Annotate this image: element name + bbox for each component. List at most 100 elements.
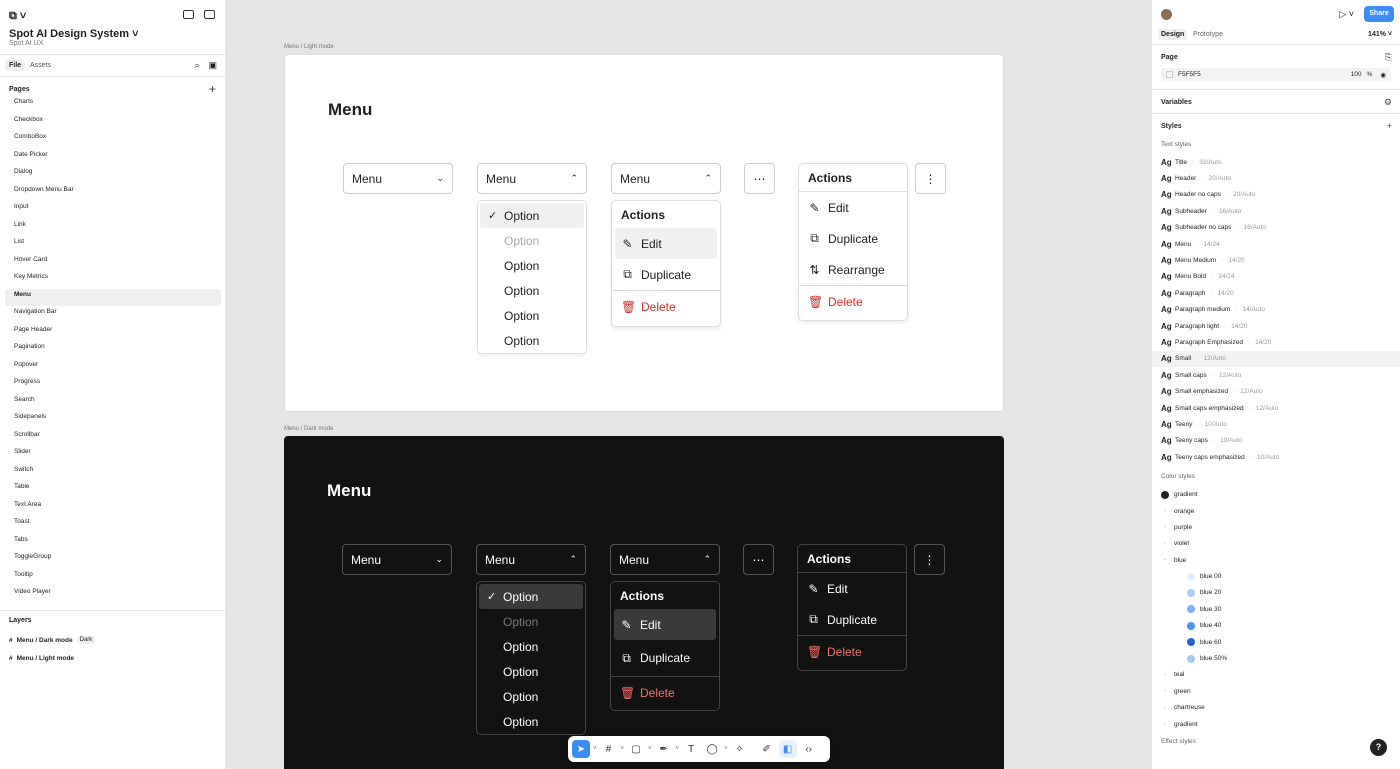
color-style-group[interactable]: › purple (1152, 519, 1400, 535)
menu-trigger-actions[interactable]: Menu ⌃ (610, 544, 720, 575)
text-style-item[interactable]: Ag Subheader no caps · 16/Auto (1152, 220, 1400, 236)
layer-item[interactable]: # Menu / Dark mode Dark (0, 631, 226, 649)
page-item[interactable]: Date Picker (5, 149, 221, 167)
menu-option[interactable]: Option (477, 634, 585, 659)
chevron-down-icon[interactable]: ˅ (676, 746, 680, 752)
menu-option[interactable]: Option (477, 659, 585, 684)
add-page-icon[interactable]: + (209, 82, 216, 96)
text-style-item[interactable]: Ag Menu Bold · 14/24 (1152, 269, 1400, 285)
page-item[interactable]: Key Metrics (5, 271, 221, 289)
chevron-down-icon[interactable]: ˅ (593, 746, 597, 752)
text-style-item[interactable]: Ag Small · 12/Auto (1152, 350, 1400, 368)
menu-item-delete[interactable]: 🗑 Delete (612, 291, 720, 322)
menu-trigger-actions[interactable]: Menu ⌃ (611, 163, 721, 194)
text-style-item[interactable]: Ag Teeny caps emphasized · 10/Auto (1152, 449, 1400, 465)
actions-tool-icon[interactable]: ✧ (731, 740, 749, 758)
menu-item-edit[interactable]: ✎ Edit (615, 228, 717, 259)
color-swatch[interactable] (1166, 71, 1173, 78)
color-style-item[interactable]: blue 60 (1152, 634, 1400, 650)
text-style-item[interactable]: Ag Small caps · 12/Auto (1152, 367, 1400, 383)
color-style-item[interactable]: blue 50% (1152, 650, 1400, 666)
share-button[interactable]: Share (1364, 6, 1394, 22)
color-style-item[interactable]: blue 00 (1152, 568, 1400, 584)
menu-option[interactable]: Option (477, 609, 585, 634)
page-item[interactable]: Popover (5, 359, 221, 377)
menu-trigger-closed[interactable]: Menu ⌄ (343, 163, 453, 194)
page-item[interactable]: Search (5, 394, 221, 412)
more-button[interactable]: ⋯ (743, 544, 774, 575)
menu-trigger-open[interactable]: Menu ⌃ (476, 544, 586, 575)
menu-item-edit[interactable]: ✎ Edit (799, 192, 907, 223)
library-icon[interactable]: ▣ (208, 60, 217, 71)
color-style-group[interactable]: › green (1152, 683, 1400, 699)
text-style-item[interactable]: Ag Teeny · 10/Auto (1152, 416, 1400, 432)
tab-design[interactable]: Design (1158, 29, 1188, 40)
text-style-item[interactable]: Ag Menu Medium · 14/20 (1152, 252, 1400, 268)
text-style-item[interactable]: Ag Title · 32/Auto (1152, 154, 1400, 170)
page-item[interactable]: Table (5, 481, 221, 499)
page-item[interactable]: Slider (5, 446, 221, 464)
page-item[interactable]: Switch (5, 464, 221, 482)
menu-item-delete[interactable]: 🗑 Delete (611, 677, 719, 708)
help-button[interactable]: ? (1370, 739, 1387, 756)
color-style-group[interactable]: gradient (1152, 486, 1400, 502)
variables-icon[interactable]: ⚙ (1384, 97, 1392, 108)
page-item[interactable]: Charts (5, 96, 221, 114)
page-item[interactable]: List (5, 236, 221, 254)
page-item[interactable]: Link (5, 219, 221, 237)
page-item[interactable]: Input (5, 201, 221, 219)
page-item[interactable]: ToggleGroup (5, 551, 221, 569)
color-style-item[interactable]: blue 30 (1152, 601, 1400, 617)
chevron-down-icon[interactable]: ˅ (621, 746, 625, 752)
menu-item-duplicate[interactable]: ⧉ Duplicate (612, 259, 720, 290)
layer-item[interactable]: # Menu / Light mode (0, 649, 226, 667)
color-style-group[interactable]: › gradient (1152, 716, 1400, 732)
page-item[interactable]: Hover Card (5, 254, 221, 272)
avatar[interactable] (1161, 9, 1172, 20)
design-mode-icon[interactable]: ◧ (778, 740, 797, 758)
zoom-level[interactable]: 141% ˅ (1368, 31, 1392, 38)
page-item[interactable]: Dropdown Menu Bar (5, 184, 221, 202)
page-item[interactable]: Toast (5, 516, 221, 534)
page-item[interactable]: Progress (5, 376, 221, 394)
text-style-item[interactable]: Ag Paragraph light · 14/20 (1152, 318, 1400, 334)
color-style-group[interactable]: › orange (1152, 503, 1400, 519)
text-style-item[interactable]: Ag Paragraph · 14/20 (1152, 285, 1400, 301)
dev-mode-icon[interactable]: ‹› (800, 740, 818, 758)
color-style-group[interactable]: › violet (1152, 536, 1400, 552)
text-style-item[interactable]: Ag Menu · 14/24 (1152, 236, 1400, 252)
export-icon[interactable]: ⎘ (1385, 52, 1392, 63)
color-style-item[interactable]: blue 20 (1152, 585, 1400, 601)
variables-title[interactable]: Variables (1152, 90, 1400, 113)
page-item[interactable]: Tabs (5, 534, 221, 552)
color-style-group[interactable]: – blue (1152, 552, 1400, 568)
search-icon[interactable]: ⌕ (194, 60, 199, 71)
text-style-item[interactable]: Ag Paragraph medium · 14/Auto (1152, 302, 1400, 318)
color-style-group[interactable]: › teal (1152, 667, 1400, 683)
draw-mode-icon[interactable]: ✐ (758, 740, 776, 758)
text-style-item[interactable]: Ag Small caps emphasized · 12/Auto (1152, 400, 1400, 416)
text-style-item[interactable]: Ag Header · 20/Auto (1152, 170, 1400, 186)
menu-option[interactable]: Option (478, 228, 586, 253)
page-item[interactable]: Page Header (5, 324, 221, 342)
page-item[interactable]: Checkbox (5, 114, 221, 132)
chevron-down-icon[interactable]: ˅ (724, 746, 728, 752)
page-item[interactable]: ComboBox (5, 131, 221, 149)
page-item[interactable]: Video Player (5, 586, 221, 604)
actions-title[interactable]: Actions (799, 164, 907, 192)
menu-option[interactable]: ✓ Option (479, 584, 583, 609)
file-title[interactable]: Spot AI Design System ˅ (9, 28, 139, 40)
pen-tool-icon[interactable]: ✒ (655, 740, 673, 758)
page-item[interactable]: Pagination (5, 341, 221, 359)
play-icon[interactable]: ▷ ˅ (1339, 9, 1354, 20)
text-style-item[interactable]: Ag Paragraph Emphasized · 14/20 (1152, 334, 1400, 350)
figma-menu-icon[interactable]: ⧉ ˅ (9, 10, 26, 23)
tab-prototype[interactable]: Prototype (1190, 29, 1226, 40)
text-tool-icon[interactable]: T (682, 740, 700, 758)
menu-trigger-closed[interactable]: Menu ⌄ (342, 544, 452, 575)
text-style-item[interactable]: Ag Header no caps · 20/Auto (1152, 187, 1400, 203)
eye-icon[interactable]: ◉ (1380, 71, 1386, 79)
text-style-item[interactable]: Ag Subheader · 16/Auto (1152, 203, 1400, 219)
frame-dark-mode[interactable]: Menu Menu ⌄ Menu ⌃ Menu ⌃ ⋯ ⋮ ✓ Option Option… (284, 436, 1004, 769)
menu-item-duplicate[interactable]: ⧉ Duplicate (799, 223, 907, 254)
